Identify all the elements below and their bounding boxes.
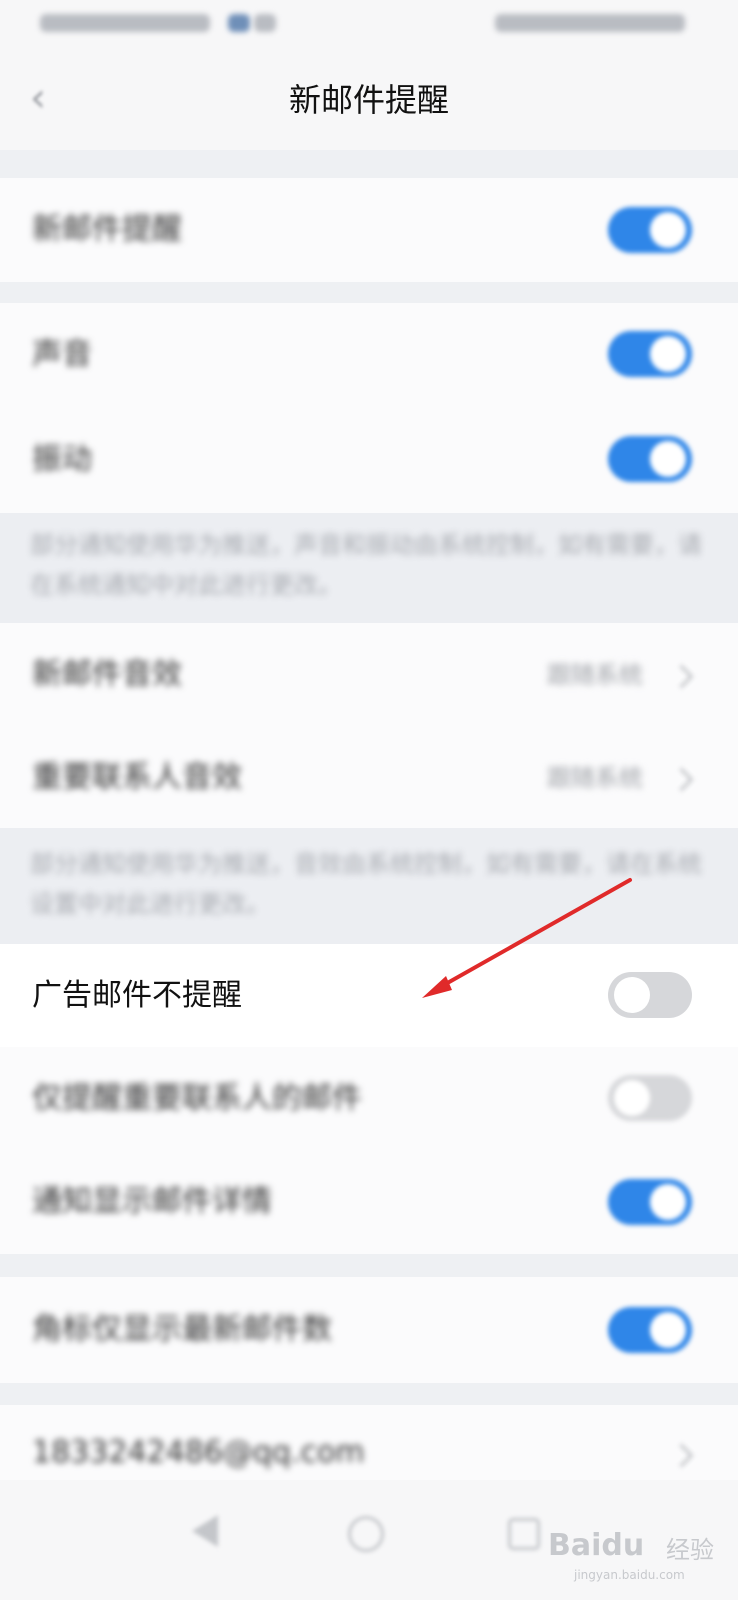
setting-label: 新邮件提醒 bbox=[32, 212, 182, 247]
chevron-right-icon bbox=[669, 767, 694, 792]
toggle-knob bbox=[650, 441, 686, 477]
settings-group: 声音 振动 bbox=[0, 303, 738, 513]
toggle-knob bbox=[650, 336, 686, 372]
setting-label: 振动 bbox=[32, 442, 92, 477]
notification-icon bbox=[228, 14, 250, 32]
show-details-toggle[interactable] bbox=[608, 1179, 692, 1225]
badge-toggle[interactable] bbox=[608, 1307, 692, 1353]
account-label: 1833242486@qq.com bbox=[32, 1435, 365, 1470]
setting-row-badge[interactable]: 角标仅显示最新邮件数 bbox=[0, 1277, 738, 1383]
settings-group: 广告邮件不提醒 仅提醒重要联系人的邮件 通知显示邮件详情 bbox=[0, 944, 738, 1254]
setting-row-vip-tone[interactable]: 重要联系人音效 跟随系统 bbox=[0, 726, 738, 828]
setting-row-vibrate[interactable]: 振动 bbox=[0, 408, 738, 513]
setting-label: 声音 bbox=[32, 337, 92, 372]
ad-no-remind-toggle[interactable] bbox=[608, 972, 692, 1018]
settings-group: 新邮件音效 跟随系统 重要联系人音效 跟随系统 bbox=[0, 623, 738, 828]
nav-recent-icon[interactable] bbox=[508, 1518, 540, 1550]
battery-icon bbox=[495, 14, 685, 32]
setting-row-new-mail-tone[interactable]: 新邮件音效 跟随系统 bbox=[0, 623, 738, 726]
info-note: 部分通知使用华为推送，音效由系统控制，如有需要，请在系统设置中对此进行更改。 bbox=[0, 828, 738, 944]
toggle-knob bbox=[650, 1312, 686, 1348]
setting-label: 通知显示邮件详情 bbox=[32, 1184, 272, 1219]
setting-value: 跟随系统 bbox=[547, 661, 643, 689]
new-mail-alert-toggle[interactable] bbox=[608, 207, 692, 253]
note-text: 部分通知使用华为推送，声音和振动由系统控制，如有需要，请在系统通知中对此进行更改… bbox=[30, 531, 702, 599]
baidu-logo: Baidu bbox=[548, 1528, 645, 1563]
chevron-right-icon bbox=[669, 1443, 694, 1468]
vibrate-toggle[interactable] bbox=[608, 436, 692, 482]
setting-row-show-details[interactable]: 通知显示邮件详情 bbox=[0, 1150, 738, 1254]
status-bar bbox=[0, 0, 738, 50]
setting-value: 跟随系统 bbox=[547, 764, 643, 792]
watermark-url: jingyan.baidu.com bbox=[574, 1568, 685, 1582]
watermark-text: 经验 bbox=[666, 1536, 714, 1564]
sound-toggle[interactable] bbox=[608, 331, 692, 377]
toggle-knob bbox=[650, 1184, 686, 1220]
setting-row-sound[interactable]: 声音 bbox=[0, 303, 738, 408]
setting-row-ad-no-remind[interactable]: 广告邮件不提醒 bbox=[0, 944, 738, 1047]
toggle-knob bbox=[614, 977, 650, 1013]
notification-icon bbox=[254, 14, 276, 32]
toggle-knob bbox=[614, 1080, 650, 1116]
setting-row-new-mail-alert[interactable]: 新邮件提醒 bbox=[0, 178, 738, 282]
setting-label: 新邮件音效 bbox=[32, 657, 182, 692]
settings-group: 角标仅显示最新邮件数 bbox=[0, 1277, 738, 1383]
nav-home-icon[interactable] bbox=[348, 1516, 384, 1552]
nav-back-icon[interactable] bbox=[192, 1515, 218, 1547]
note-text: 部分通知使用华为推送，音效由系统控制，如有需要，请在系统设置中对此进行更改。 bbox=[30, 850, 702, 918]
signal-icon bbox=[40, 14, 210, 32]
page-title: 新邮件提醒 bbox=[288, 81, 449, 119]
setting-label: 角标仅显示最新邮件数 bbox=[32, 1312, 332, 1347]
setting-label: 广告邮件不提醒 bbox=[32, 978, 242, 1013]
vip-only-toggle[interactable] bbox=[608, 1075, 692, 1121]
toggle-knob bbox=[650, 212, 686, 248]
setting-label: 重要联系人音效 bbox=[32, 760, 242, 795]
watermark: Baidu 经验 jingyan.baidu.com bbox=[548, 1520, 728, 1590]
settings-group: 新邮件提醒 bbox=[0, 178, 738, 282]
setting-label: 仅提醒重要联系人的邮件 bbox=[32, 1081, 362, 1116]
chevron-right-icon bbox=[669, 664, 694, 689]
setting-row-vip-only[interactable]: 仅提醒重要联系人的邮件 bbox=[0, 1047, 738, 1150]
info-note: 部分通知使用华为推送，声音和振动由系统控制，如有需要，请在系统通知中对此进行更改… bbox=[0, 513, 738, 623]
nav-bar: ‹ 新邮件提醒 bbox=[0, 50, 738, 150]
